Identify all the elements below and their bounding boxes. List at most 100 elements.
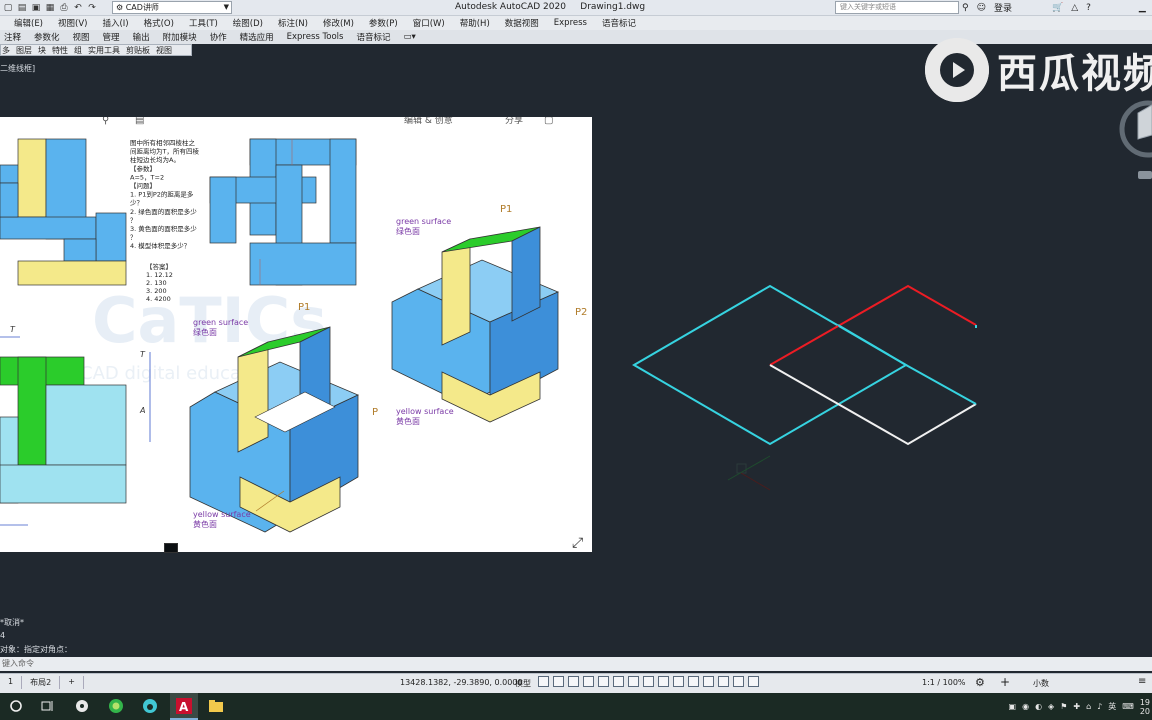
menu-item[interactable]: 窗口(W): [413, 17, 445, 29]
annotation-visibility-icon[interactable]: [733, 676, 744, 687]
login-link[interactable]: 登录: [994, 1, 1012, 14]
auto-scale-icon[interactable]: [748, 676, 759, 687]
ribbon-panel-tab[interactable]: 视图: [156, 45, 172, 56]
undo-icon[interactable]: ↶: [72, 2, 84, 14]
workspace-select[interactable]: ⚙ CAD讲师 ▼: [112, 1, 232, 14]
pasted-reference-image[interactable]: CaTICs CAD digital education ⚲ ▤ 编辑 & 创意…: [0, 117, 592, 552]
tray-icon-2[interactable]: ◉: [1022, 702, 1029, 711]
menu-item[interactable]: 视图(V): [58, 17, 87, 29]
snap-toggle-icon[interactable]: [553, 676, 564, 687]
ribbon-panel-tab[interactable]: 图层: [16, 45, 32, 56]
start-button-icon[interactable]: [8, 698, 24, 714]
menu-item[interactable]: 参数(P): [369, 17, 398, 29]
input-language[interactable]: 英: [1108, 701, 1116, 712]
otrack-toggle-icon[interactable]: [613, 676, 624, 687]
file-explorer-icon[interactable]: [208, 698, 224, 714]
search-input[interactable]: 键入关键字或短语: [835, 1, 959, 14]
expand-icon[interactable]: ⤢: [572, 535, 583, 551]
user-icon[interactable]: ☺: [977, 3, 986, 13]
osnap-toggle-icon[interactable]: [598, 676, 609, 687]
white-edges[interactable]: [769, 364, 977, 446]
layout-tab[interactable]: +: [60, 676, 84, 689]
menu-item[interactable]: 插入(I): [102, 17, 128, 29]
browser-360-icon[interactable]: [108, 698, 124, 714]
clock[interactable]: 19 20: [1140, 698, 1150, 716]
minimize-icon[interactable]: ▁: [1139, 3, 1146, 13]
binoculars-icon[interactable]: ⚲: [962, 3, 969, 13]
customize-icon[interactable]: ≡: [1138, 676, 1146, 687]
network-icon[interactable]: ⌂: [1086, 702, 1091, 711]
menu-item[interactable]: 工具(T): [189, 17, 218, 29]
ribbon-tab[interactable]: 参数化: [34, 31, 60, 43]
save-as-icon[interactable]: ▦: [44, 2, 56, 14]
ribbon-more-icon[interactable]: ▭▾: [403, 32, 415, 42]
coordinates-readout[interactable]: 13428.1382, -29.3890, 0.0000: [400, 678, 522, 687]
help-icon[interactable]: ?: [1086, 3, 1091, 13]
selection-filter-icon[interactable]: [703, 676, 714, 687]
ribbon-panel-tab[interactable]: 多: [2, 45, 10, 56]
tray-icon-1[interactable]: ▣: [1009, 702, 1017, 711]
red-edges[interactable]: [769, 284, 977, 366]
ribbon-panel-tab[interactable]: 组: [74, 45, 82, 56]
redo-icon[interactable]: ↷: [86, 2, 98, 14]
selection-cycling-icon[interactable]: [658, 676, 669, 687]
tray-icon-3[interactable]: ◐: [1035, 702, 1042, 711]
transparency-toggle-icon[interactable]: [643, 676, 654, 687]
browser-edge-icon[interactable]: [142, 698, 158, 714]
polar-toggle-icon[interactable]: [583, 676, 594, 687]
open-file-icon[interactable]: ▤: [16, 2, 28, 14]
keyboard-icon[interactable]: ⌨: [1122, 702, 1134, 711]
ribbon-tab[interactable]: 语音标记: [356, 31, 390, 43]
tray-icon-4[interactable]: ◈: [1048, 702, 1054, 711]
tray-icon-5[interactable]: ⚑: [1060, 702, 1067, 711]
menu-item[interactable]: 格式(O): [144, 17, 174, 29]
workspace-switch-icon[interactable]: ⚙: [975, 676, 985, 689]
cart-icon[interactable]: 🛒: [1052, 3, 1063, 13]
ribbon-tab[interactable]: 管理: [103, 31, 120, 43]
menu-item[interactable]: 语音标记: [602, 17, 636, 29]
menu-item[interactable]: 编辑(E): [14, 17, 43, 29]
volume-icon[interactable]: ♪: [1097, 702, 1102, 711]
plot-icon[interactable]: ⎙: [58, 2, 70, 14]
menu-item[interactable]: Express: [554, 18, 587, 28]
menu-item[interactable]: 数据视图: [505, 17, 539, 29]
ortho-toggle-icon[interactable]: [568, 676, 579, 687]
viewport-style-label[interactable]: 二维线框]: [0, 63, 35, 74]
tray-icon-6[interactable]: ✚: [1073, 702, 1080, 711]
pinwheel-app-icon[interactable]: [74, 698, 90, 714]
ribbon-tab[interactable]: 输出: [133, 31, 150, 43]
layout-tab[interactable]: 布局2: [22, 676, 61, 689]
ribbon-panel-tab[interactable]: 剪贴板: [126, 45, 150, 56]
save-icon[interactable]: ▣: [30, 2, 42, 14]
ribbon-tab[interactable]: 协作: [210, 31, 227, 43]
ribbon-tab[interactable]: 视图: [73, 31, 90, 43]
menu-item[interactable]: 帮助(H): [460, 17, 490, 29]
task-view-icon[interactable]: [40, 698, 56, 714]
model-geometry[interactable]: [620, 270, 990, 500]
ribbon-tab[interactable]: 注释: [4, 31, 21, 43]
command-input[interactable]: 键入命令: [0, 657, 1152, 671]
menu-item[interactable]: 绘图(D): [233, 17, 263, 29]
gizmo-icon[interactable]: [718, 676, 729, 687]
menu-item[interactable]: 修改(M): [323, 17, 354, 29]
add-icon[interactable]: +: [1000, 675, 1010, 689]
autocad-taskbar-button[interactable]: A: [170, 693, 198, 720]
grid-toggle-icon[interactable]: [538, 676, 549, 687]
menu-item[interactable]: 标注(N): [278, 17, 308, 29]
dynamic-ucs-icon[interactable]: [688, 676, 699, 687]
lineweight-toggle-icon[interactable]: [628, 676, 639, 687]
ribbon-tab[interactable]: 精选应用: [240, 31, 274, 43]
ribbon-tab[interactable]: Express Tools: [287, 32, 344, 42]
model-space-button[interactable]: 模型: [515, 678, 531, 689]
layout-tab[interactable]: 1: [0, 676, 23, 689]
ribbon-panel-tab[interactable]: 实用工具: [88, 45, 120, 56]
exchange-icon[interactable]: △: [1071, 3, 1078, 13]
annotation-scale[interactable]: 1:1 / 100%: [922, 678, 966, 687]
units-select[interactable]: 小数: [1033, 678, 1049, 689]
ribbon-panel-tab[interactable]: 特性: [52, 45, 68, 56]
3d-osnap-icon[interactable]: [673, 676, 684, 687]
ribbon-tab[interactable]: 附加模块: [163, 31, 197, 43]
viewcube-icon[interactable]: [1110, 95, 1152, 185]
new-file-icon[interactable]: ▢: [2, 2, 14, 14]
ribbon-panel-tab[interactable]: 块: [38, 45, 46, 56]
